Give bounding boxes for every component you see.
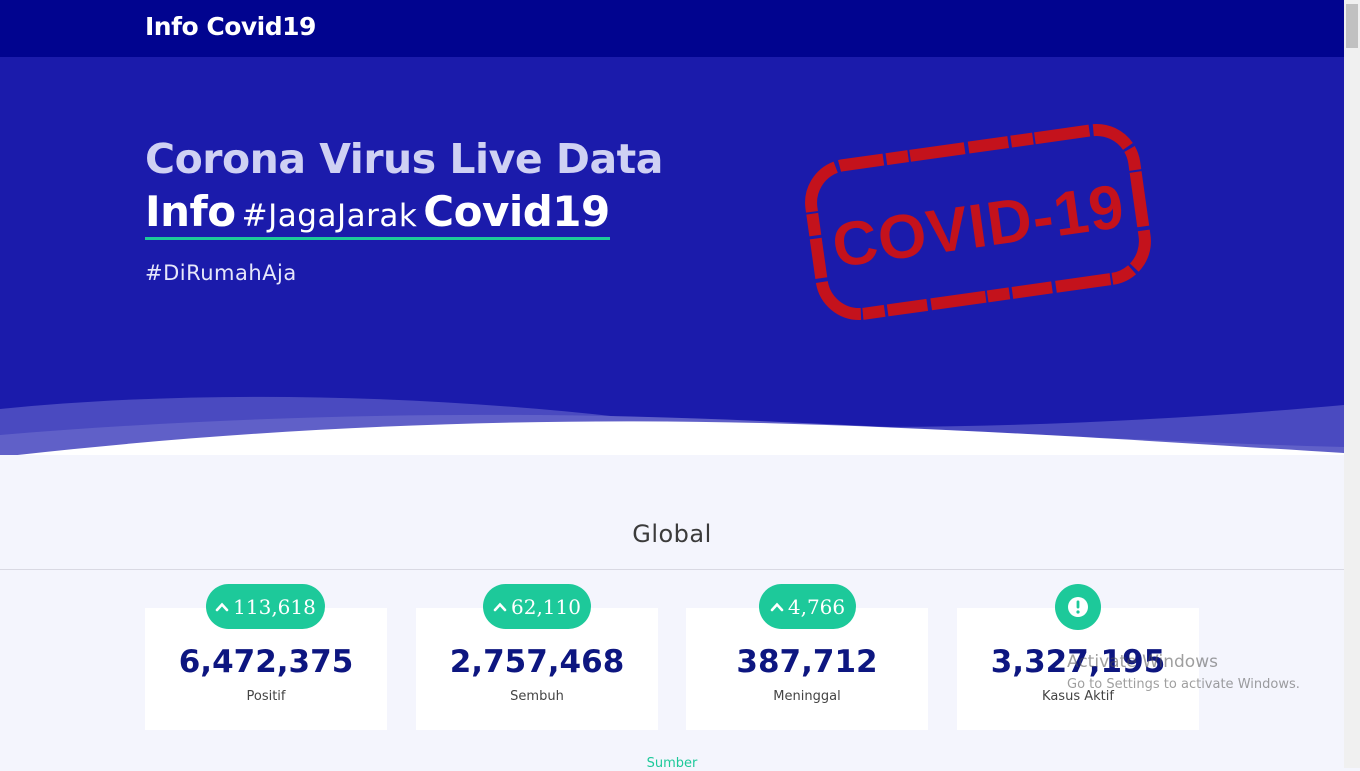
hero-banner: Corona Virus Live Data Info #JagaJarak Cov… — [0, 57, 1344, 455]
covid-stamp-image: COVID-19 — [805, 123, 1151, 321]
delta-value: 4,766 — [787, 594, 846, 619]
hero-title: Corona Virus Live Data — [145, 135, 663, 183]
stat-value: 6,472,375 — [178, 644, 354, 680]
chevron-up-icon — [493, 602, 507, 611]
stat-label: Meninggal — [773, 689, 841, 704]
stat-value: 2,757,468 — [449, 644, 625, 680]
section-divider — [0, 569, 1344, 570]
svg-text:COVID-19: COVID-19 — [828, 172, 1129, 281]
hero-headline-end: Covid19 — [423, 187, 610, 236]
exclamation-icon — [1068, 597, 1088, 617]
chevron-up-icon — [770, 602, 784, 611]
chevron-up-icon — [215, 602, 229, 611]
hero-subtitle: #DiRumahAja — [145, 261, 297, 285]
hero-headline-start: Info — [145, 187, 236, 236]
brand-logo[interactable]: Info Covid19 — [145, 12, 316, 41]
stat-label: Sembuh — [510, 689, 564, 704]
delta-value: 62,110 — [511, 594, 581, 619]
alert-badge-kasus-aktif — [1055, 584, 1101, 630]
delta-badge-sembuh: 62,110 — [483, 584, 591, 629]
delta-badge-meninggal: 4,766 — [759, 584, 856, 629]
hero-hashtag: #JagaJarak — [241, 198, 418, 234]
delta-value: 113,618 — [233, 594, 316, 619]
scrollbar-thumb[interactable] — [1346, 4, 1358, 48]
source-link[interactable]: Sumber — [0, 756, 1344, 771]
navbar: Info Covid19 — [0, 0, 1344, 57]
hero-headline: Info #JagaJarak Covid19 — [145, 187, 610, 240]
stat-value: 387,712 — [736, 644, 878, 680]
page-scrollbar[interactable] — [1344, 0, 1360, 768]
hero-wave-decoration — [0, 396, 1344, 455]
delta-badge-positif: 113,618 — [206, 584, 325, 629]
windows-watermark-subtitle: Go to Settings to activate Windows. — [1067, 677, 1300, 692]
section-title-global: Global — [632, 520, 712, 548]
stat-label: Positif — [246, 689, 286, 704]
windows-watermark-title: Activate Windows — [1067, 652, 1218, 672]
